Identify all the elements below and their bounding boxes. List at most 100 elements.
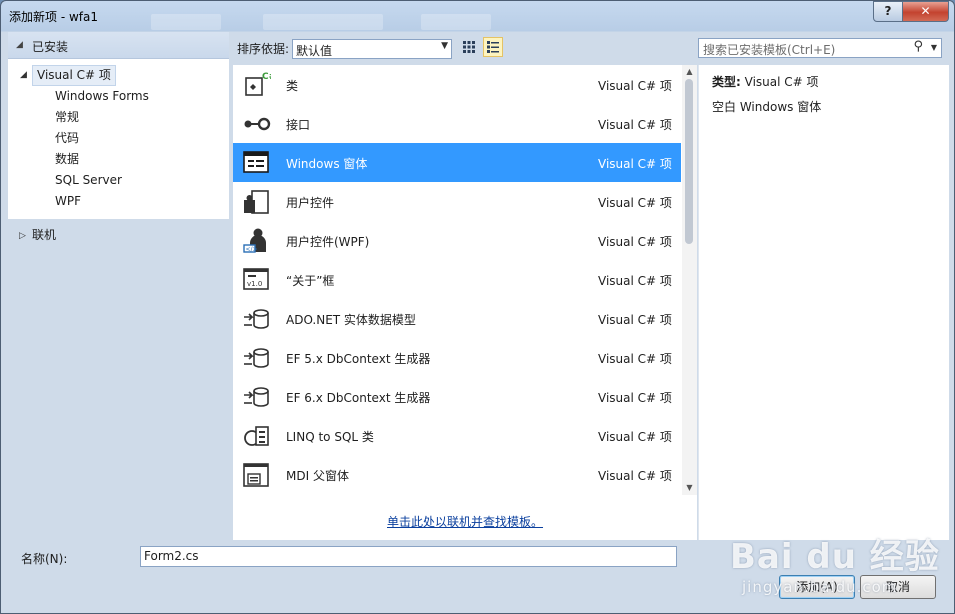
tree-node-general[interactable]: 常规 [55, 108, 79, 127]
sort-label: 排序依据: [237, 42, 290, 56]
chevron-down-icon: ▼ [441, 41, 448, 51]
list-view-icon [487, 41, 499, 53]
scroll-down-icon[interactable]: ▼ [682, 481, 697, 495]
mdi-form-icon [243, 463, 269, 487]
category-panel: ◢ 已安装 ◢ Visual C# 项 Windows Forms 常规 代码 … [8, 32, 229, 540]
dbcontext-icon [244, 348, 269, 368]
template-item-ef5-dbcontext[interactable]: EF 5.x DbContext 生成器 Visual C# 项 [233, 338, 681, 377]
template-name: Windows 窗体 [286, 157, 368, 171]
details-type: 类型: Visual C# 项 [712, 73, 819, 90]
tree-node-data[interactable]: 数据 [55, 150, 79, 169]
user-control-wpf-icon: </> [243, 228, 266, 253]
template-item-mdi-form[interactable]: MDI 父窗体 Visual C# 项 [233, 455, 681, 494]
template-type: Visual C# 项 [598, 352, 672, 366]
name-input[interactable]: Form2.cs [140, 546, 677, 567]
details-type-label: 类型: [712, 75, 741, 89]
add-button[interactable]: 添加(A) [779, 575, 855, 599]
template-type: Visual C# 项 [598, 313, 672, 327]
template-name: 类 [286, 79, 299, 93]
installed-header[interactable]: ◢ 已安装 [8, 32, 229, 59]
category-tree: ◢ Visual C# 项 Windows Forms 常规 代码 数据 SQL… [8, 59, 229, 219]
online-section: ▷ 联机 [8, 220, 229, 540]
template-type: Visual C# 项 [598, 157, 672, 171]
template-type: Visual C# 项 [598, 391, 672, 405]
background-tab [421, 14, 491, 30]
installed-label: 已安装 [32, 40, 69, 54]
name-label: 名称(N): [21, 552, 68, 566]
scroll-up-icon[interactable]: ▲ [682, 65, 697, 79]
help-button[interactable]: ? [873, 1, 903, 22]
template-name: EF 6.x DbContext 生成器 [286, 391, 431, 405]
tree-node-visual-csharp[interactable]: Visual C# 项 [32, 65, 116, 86]
title-bar[interactable]: 添加新项 - wfa1 ? ✕ [1, 1, 954, 31]
template-type: Visual C# 项 [598, 79, 672, 93]
user-control-icon [244, 190, 269, 214]
online-templates-link[interactable]: 单击此处以联机并查找模板。 [387, 513, 543, 530]
entity-model-icon [244, 309, 269, 329]
linq-icon [244, 426, 269, 446]
template-name: 用户控件(WPF) [286, 235, 370, 249]
template-name: 接口 [286, 118, 311, 132]
windows-form-icon [243, 151, 269, 173]
tree-node-online[interactable]: 联机 [32, 226, 56, 245]
template-item-user-control[interactable]: 用户控件 Visual C# 项 [233, 182, 681, 221]
close-button[interactable]: ✕ [902, 1, 949, 22]
template-item-windows-form[interactable]: Windows 窗体 Visual C# 项 [233, 143, 681, 182]
template-type: Visual C# 项 [598, 469, 672, 483]
background-tab [263, 14, 383, 30]
template-type: Visual C# 项 [598, 235, 672, 249]
background-tab [151, 14, 221, 30]
dialog-content: ◢ 已安装 ◢ Visual C# 项 Windows Forms 常规 代码 … [8, 32, 949, 606]
template-type: Visual C# 项 [598, 430, 672, 444]
add-new-item-dialog: 添加新项 - wfa1 ? ✕ ◢ 已安装 ◢ Visual C# 项 Wind… [0, 0, 955, 614]
sort-value: 默认值 [296, 44, 333, 58]
svg-text:v1.0: v1.0 [247, 280, 262, 288]
template-item-class[interactable]: C# 类 Visual C# 项 [233, 65, 681, 104]
template-item-user-control-wpf[interactable]: </> 用户控件(WPF) Visual C# 项 [233, 221, 681, 260]
expand-arrow-icon[interactable]: ▷ [19, 231, 26, 241]
expand-arrow-icon[interactable]: ◢ [20, 70, 27, 80]
about-box-icon: v1.0 [243, 268, 269, 290]
grid-view-icon [463, 41, 475, 53]
window-title: 添加新项 - wfa1 [9, 10, 98, 24]
template-item-about-box[interactable]: v1.0 “关于”框 Visual C# 项 [233, 260, 681, 299]
svg-text:</>: </> [246, 246, 258, 253]
list-view-button[interactable] [483, 37, 503, 57]
sort-dropdown[interactable]: 默认值 ▼ [292, 39, 452, 59]
cancel-button[interactable]: 取消 [860, 575, 936, 599]
tree-node-windows-forms[interactable]: Windows Forms [55, 87, 149, 106]
dbcontext-icon [244, 387, 269, 407]
template-name: “关于”框 [286, 274, 335, 288]
scrollbar-thumb[interactable] [685, 79, 693, 244]
search-icon[interactable]: ⚲ [913, 39, 923, 54]
tree-node-code[interactable]: 代码 [55, 129, 79, 148]
details-type-value: Visual C# 项 [744, 75, 819, 89]
template-type: Visual C# 项 [598, 118, 672, 132]
template-name: LINQ to SQL 类 [286, 430, 374, 444]
tree-node-sql-server[interactable]: SQL Server [55, 171, 122, 190]
grid-view-button[interactable] [459, 37, 479, 57]
template-item-interface[interactable]: 接口 Visual C# 项 [233, 104, 681, 143]
template-item-entity-model[interactable]: ADO.NET 实体数据模型 Visual C# 项 [233, 299, 681, 338]
template-name: MDI 父窗体 [286, 469, 349, 483]
template-name: ADO.NET 实体数据模型 [286, 313, 416, 327]
template-list: C# 类 Visual C# 项 接口 Visual C# 项 [233, 65, 697, 540]
template-type: Visual C# 项 [598, 196, 672, 210]
svg-text:C#: C# [262, 72, 271, 82]
search-input[interactable]: 搜索已安装模板(Ctrl+E) ⚲ ▼ [698, 38, 942, 58]
chevron-down-icon[interactable]: ▼ [931, 43, 937, 52]
template-type: Visual C# 项 [598, 274, 672, 288]
interface-icon [244, 117, 271, 131]
template-item-linq-to-sql[interactable]: LINQ to SQL 类 Visual C# 项 [233, 416, 681, 455]
details-pane: 类型: Visual C# 项 空白 Windows 窗体 [698, 65, 949, 540]
details-description: 空白 Windows 窗体 [712, 100, 822, 114]
search-placeholder: 搜索已安装模板(Ctrl+E) [703, 43, 836, 57]
name-input-value: Form2.cs [144, 549, 199, 563]
class-icon: C# [245, 72, 271, 96]
template-name: EF 5.x DbContext 生成器 [286, 352, 431, 366]
template-list-scrollbar[interactable]: ▲ ▼ [682, 65, 697, 495]
tree-node-wpf[interactable]: WPF [55, 192, 81, 211]
template-item-ef6-dbcontext[interactable]: EF 6.x DbContext 生成器 Visual C# 项 [233, 377, 681, 416]
template-name: 用户控件 [286, 196, 335, 210]
collapse-arrow-icon[interactable]: ◢ [16, 40, 23, 50]
